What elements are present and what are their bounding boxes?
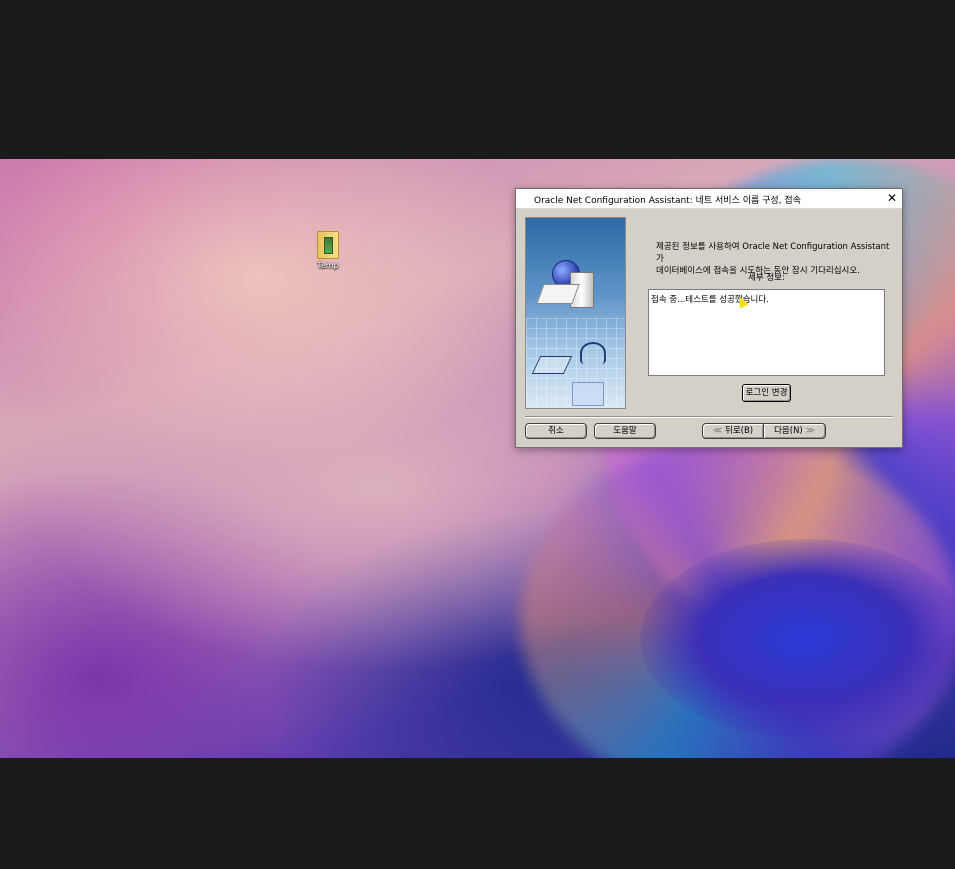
window-title: Oracle Net Configuration Assistant: 네트 서…	[534, 196, 801, 206]
help-button[interactable]: 도움말	[594, 423, 656, 439]
close-button[interactable]: ✕	[882, 189, 902, 208]
details-label: 세부 정보:	[748, 273, 785, 283]
login-change-button[interactable]: 로그인 변경	[742, 384, 791, 402]
wizard-illustration	[525, 217, 626, 409]
chevron-left-icon: ≪	[712, 426, 723, 436]
close-icon: ✕	[886, 191, 898, 205]
folder-icon	[317, 231, 339, 259]
box-icon	[572, 382, 604, 406]
details-textarea[interactable]: 접속 중...테스트를 성공했습니다.	[648, 289, 885, 376]
back-label: 뒤로(B)	[725, 426, 754, 436]
details-text: 접속 중...테스트를 성공했습니다.	[651, 295, 769, 305]
separator	[525, 416, 893, 418]
card-icon	[536, 284, 580, 304]
desktop-icon-temp[interactable]: Temp	[308, 231, 348, 270]
cancel-button[interactable]: 취소	[525, 423, 587, 439]
next-button[interactable]: 다음(N) ≫	[764, 423, 826, 439]
message-line: 제공된 정보를 사용하여 Oracle Net Configuration As…	[656, 242, 890, 264]
satellite-dish-icon	[580, 342, 606, 364]
title-bar[interactable]: Oracle Net Configuration Assistant: 네트 서…	[516, 189, 902, 209]
chevron-right-icon: ≫	[805, 426, 815, 436]
back-button[interactable]: ≪ 뒤로(B)	[702, 423, 764, 439]
desktop-icon-label: Temp	[317, 261, 339, 270]
net-config-dialog: Oracle Net Configuration Assistant: 네트 서…	[515, 188, 903, 448]
wallpaper-swirl	[640, 539, 955, 739]
next-label: 다음(N)	[774, 426, 803, 436]
